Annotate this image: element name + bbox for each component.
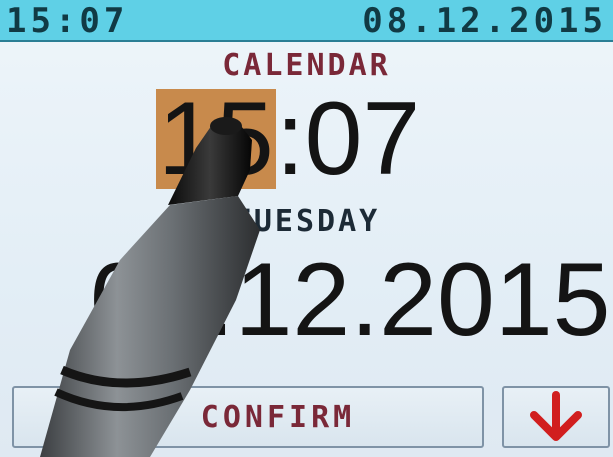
status-time: 15:07: [6, 1, 129, 41]
minutes-field[interactable]: 07: [305, 87, 421, 191]
weekday-label: TUESDAY: [232, 204, 381, 239]
hours-field[interactable]: 15: [156, 87, 276, 191]
status-date: 08.12.2015: [362, 1, 607, 41]
device-screen: 15:07 08.12.2015 CALENDAR 15 : 07 TUESDA…: [0, 0, 613, 457]
screen-title: CALENDAR: [222, 48, 391, 83]
time-separator: :: [275, 81, 305, 197]
date-field[interactable]: 08.12.2015: [90, 248, 611, 352]
time-display: 15 : 07: [156, 81, 421, 197]
status-bar: 15:07 08.12.2015: [0, 0, 613, 42]
confirm-button[interactable]: CONFIRM: [12, 386, 484, 448]
arrow-down-icon: [530, 391, 582, 441]
confirm-button-label: CONFIRM: [200, 399, 356, 435]
down-button[interactable]: [502, 386, 610, 448]
